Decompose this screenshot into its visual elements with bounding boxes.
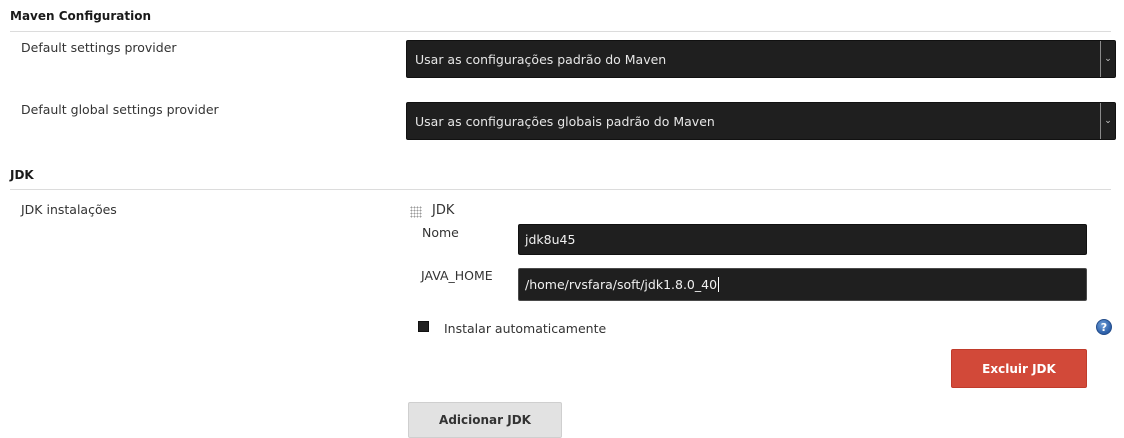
jdk-section-title: JDK [10,168,34,182]
jdk-installations-label: JDK instalações [21,202,117,217]
chevron-down-icon[interactable]: ⌄ [1100,103,1115,139]
auto-install-checkbox[interactable] [418,321,429,332]
add-jdk-button[interactable]: Adicionar JDK [408,402,562,438]
java-home-value: /home/rvsfara/soft/jdk1.8.0_40 [525,277,718,292]
text-caret [718,277,720,292]
help-icon[interactable]: ? [1096,319,1112,335]
jdk-block-title: JDK [432,203,455,218]
delete-jdk-button[interactable]: Excluir JDK [951,349,1087,388]
jdk-name-label: Nome [422,225,459,240]
chevron-down-icon[interactable]: ⌄ [1100,41,1115,77]
jdk-section-divider [10,189,1111,190]
maven-section-divider [10,31,1111,32]
java-home-input[interactable]: /home/rvsfara/soft/jdk1.8.0_40 [518,268,1087,301]
default-settings-select[interactable]: Usar as configurações padrão do Maven ⌄ [406,40,1116,78]
auto-install-label: Instalar automaticamente [444,321,607,336]
java-home-label: JAVA_HOME [421,268,493,283]
global-settings-value: Usar as configurações globais padrão do … [415,113,715,129]
default-settings-value: Usar as configurações padrão do Maven [415,51,667,67]
maven-section-title: Maven Configuration [10,9,151,23]
global-settings-select[interactable]: Usar as configurações globais padrão do … [406,102,1116,140]
jdk-name-input[interactable]: jdk8u45 [518,224,1087,255]
jdk-name-value: jdk8u45 [525,232,576,247]
drag-handle-icon[interactable] [410,206,422,218]
default-settings-label: Default settings provider [21,40,177,55]
global-settings-label: Default global settings provider [21,102,219,117]
